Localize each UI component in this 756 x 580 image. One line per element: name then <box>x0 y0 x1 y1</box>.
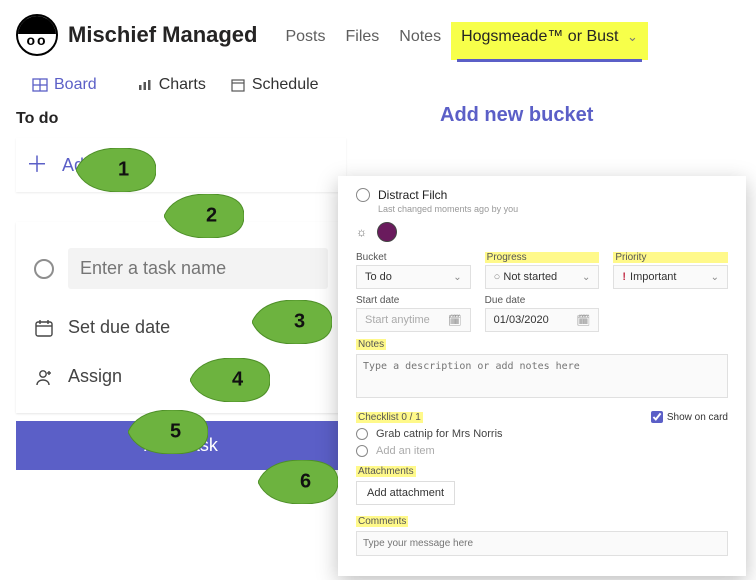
set-due-date-label: Set due date <box>68 317 170 338</box>
priority-label: Priority <box>613 252 728 263</box>
charts-icon <box>137 77 153 93</box>
attachments-label: Attachments <box>356 466 416 477</box>
board-icon <box>32 77 48 93</box>
tab-hogsmeade[interactable]: Hogsmeade™ or Bust ⌄ <box>451 22 648 60</box>
view-charts[interactable]: Charts <box>137 76 206 94</box>
notes-textarea[interactable] <box>356 354 728 398</box>
task-title[interactable]: Distract Filch <box>378 188 447 202</box>
add-task-row[interactable]: ＋ Add task <box>16 138 346 192</box>
progress-select[interactable]: ○ Not started⌄ <box>485 265 600 289</box>
view-board[interactable]: Board <box>16 76 113 94</box>
notes-label: Notes <box>356 339 386 350</box>
tab-files[interactable]: Files <box>336 22 390 60</box>
bucket-label: Bucket <box>356 252 471 263</box>
assign-icon <box>34 367 54 387</box>
comments-label: Comments <box>356 516 408 527</box>
chevron-down-icon: ⌄ <box>711 272 719 283</box>
team-avatar <box>16 14 58 56</box>
calendar-icon: 🗓 <box>576 314 590 327</box>
checklist-label: Checklist 0 / 1 <box>356 412 423 423</box>
assign-label: Assign <box>68 366 122 387</box>
plus-icon: ＋ <box>26 154 48 176</box>
task-complete-radio[interactable] <box>34 259 54 279</box>
label-icon[interactable]: ☼ <box>356 225 367 239</box>
show-on-card-checkbox[interactable]: Show on card <box>651 411 728 423</box>
tab-posts[interactable]: Posts <box>275 22 335 60</box>
channel-header: Mischief Managed Posts Files Notes Hogsm… <box>0 0 756 60</box>
add-bucket-button[interactable]: Add new bucket <box>440 104 593 127</box>
checklist-item[interactable]: Grab catnip for Mrs Norris <box>356 428 728 440</box>
view-board-label: Board <box>54 76 97 94</box>
view-schedule[interactable]: Schedule <box>230 76 319 94</box>
chevron-down-icon[interactable]: ⌄ <box>627 29 638 44</box>
task-complete-radio[interactable] <box>356 188 370 202</box>
priority-select[interactable]: !Important⌄ <box>613 265 728 289</box>
tab-notes[interactable]: Notes <box>389 22 451 60</box>
task-name-input[interactable] <box>68 248 328 289</box>
task-detail-panel: Distract Filch Last changed moments ago … <box>338 176 746 576</box>
chevron-down-icon: ⌄ <box>582 272 590 283</box>
add-task-button[interactable]: Add Task <box>16 421 346 470</box>
due-date-input[interactable]: 01/03/2020🗓 <box>485 308 600 332</box>
tab-label: Hogsmeade™ or Bust <box>461 28 618 45</box>
add-attachment-button[interactable]: Add attachment <box>356 481 455 505</box>
start-date-input[interactable]: Start anytime🗓 <box>356 308 471 332</box>
assign-row[interactable]: Assign <box>34 352 328 401</box>
assignee-avatar[interactable] <box>377 222 397 242</box>
due-date-label: Due date <box>485 295 600 306</box>
calendar-icon: 🗓 <box>448 314 462 327</box>
checklist-add-item[interactable]: Add an item <box>356 445 728 457</box>
view-schedule-label: Schedule <box>252 76 319 94</box>
channel-tabs: Posts Files Notes Hogsmeade™ or Bust ⌄ <box>275 10 647 60</box>
new-task-card: Set due date Assign <box>16 222 346 413</box>
comment-input[interactable] <box>356 531 728 556</box>
team-name: Mischief Managed <box>68 22 257 48</box>
schedule-icon <box>230 77 246 93</box>
add-task-label: Add task <box>62 155 132 176</box>
chevron-down-icon: ⌄ <box>453 272 461 283</box>
bucket-title: To do <box>16 110 58 128</box>
view-charts-label: Charts <box>159 76 206 94</box>
set-due-date-row[interactable]: Set due date <box>34 303 328 352</box>
planner-view-bar: Board Charts Schedule <box>0 60 756 104</box>
bucket-select[interactable]: To do⌄ <box>356 265 471 289</box>
bucket-header: To do <box>16 104 740 138</box>
start-date-label: Start date <box>356 295 471 306</box>
task-meta: Last changed moments ago by you <box>378 204 728 214</box>
progress-label: Progress <box>485 252 600 263</box>
calendar-icon <box>34 318 54 338</box>
